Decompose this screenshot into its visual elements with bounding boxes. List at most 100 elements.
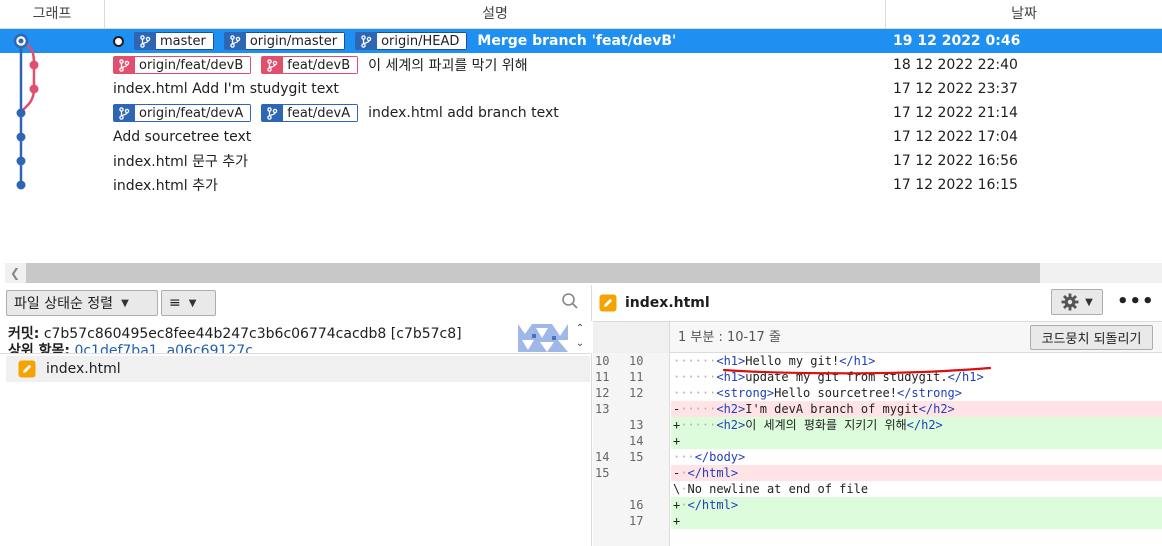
- commit-row[interactable]: index.html Add I'm studygit text 17 12 20…: [0, 77, 1162, 101]
- branch-label[interactable]: master: [134, 32, 214, 50]
- view-mode-dropdown[interactable]: ≡ ▼: [161, 290, 216, 316]
- sort-dropdown-label: 파일 상태순 정렬: [14, 296, 114, 312]
- branch-label[interactable]: origin/master: [223, 32, 346, 50]
- commit-row[interactable]: index.html 추가 17 12 2022 16:15: [0, 173, 1162, 197]
- chevron-up-icon[interactable]: ⌃: [572, 321, 588, 336]
- branch-label-text: origin/master: [245, 32, 346, 50]
- column-header-date[interactable]: 날짜: [886, 0, 1162, 28]
- branch-label-text: origin/feat/devB: [135, 56, 252, 74]
- branch-label[interactable]: origin/feat/devB: [113, 56, 252, 74]
- changed-file-list: index.html: [0, 353, 590, 546]
- diff-indent: ···: [673, 450, 695, 464]
- parent-hash-links[interactable]: 0c1def7ba1, a06c69127c: [74, 343, 252, 353]
- commit-row[interactable]: index.html 문구 추가 17 12 2022 16:56: [0, 149, 1162, 173]
- modified-file-icon: [18, 360, 36, 378]
- revert-hunk-button[interactable]: 코드뭉치 되돌리기: [1030, 325, 1153, 350]
- commit-message: index.html add branch text: [368, 105, 559, 121]
- commit-details: 커밋: c7b57c860495ec8fee44b247c3b6c06774ca…: [0, 321, 592, 353]
- commit-row[interactable]: Add sourcetree text 17 12 2022 17:04: [0, 125, 1162, 149]
- details-scroll[interactable]: ⌃ ⌄: [572, 321, 588, 353]
- diff-options-button[interactable]: ▼: [1051, 289, 1103, 315]
- commit-description: master origin/master origin/HEAD Merge bran…: [113, 29, 676, 53]
- commit-description: origin/feat/devB feat/devB 이 세계의 파괴를 막기 위해: [113, 53, 528, 77]
- commit-date: 17 12 2022 21:14: [893, 105, 1018, 121]
- diff-line[interactable]: 16 +·</html>: [593, 497, 1162, 513]
- commit-description: Add sourcetree text: [113, 125, 251, 149]
- branch-icon: [230, 34, 241, 48]
- scroll-left-icon[interactable]: ❮: [5, 263, 25, 283]
- diff-text: <h2>이 세계의 평화를 지키기 위해</h2>: [716, 418, 943, 432]
- branch-icon: [119, 106, 130, 120]
- diff-indent: ·····: [680, 402, 717, 416]
- diff-line[interactable]: 13 -·····<h2>I'm devA branch of mygit</h2…: [593, 401, 1162, 417]
- file-name: index.html: [46, 361, 121, 377]
- commit-node-2: [29, 84, 39, 94]
- sort-dropdown[interactable]: 파일 상태순 정렬 ▼: [6, 290, 158, 316]
- old-line-number: 15: [595, 466, 610, 480]
- diff-text: No newline at end of file: [687, 482, 869, 496]
- branch-icon: [119, 58, 130, 72]
- parent-line: 상위 항목: 0c1def7ba1, a06c69127c: [8, 340, 253, 353]
- column-header-description[interactable]: 설명: [105, 0, 886, 28]
- diff-code: +: [671, 433, 1162, 449]
- file-row[interactable]: index.html: [6, 356, 590, 382]
- old-line-number: 12: [595, 386, 610, 400]
- search-icon[interactable]: [561, 292, 579, 310]
- commit-description: origin/feat/devA feat/devA index.html add …: [113, 101, 559, 125]
- branch-label-text: feat/devB: [283, 56, 359, 74]
- commit-message: 이 세계의 파괴를 막기 위해: [368, 58, 528, 74]
- commit-graph: [13, 33, 39, 190]
- diff-line[interactable]: 12 12 ······<strong>Hello sourcetree!</str…: [593, 385, 1162, 401]
- diff-code: -·····<h2>I'm devA branch of mygit</h2>: [671, 401, 1162, 417]
- branch-label[interactable]: origin/feat/devA: [113, 104, 252, 122]
- branch-icon: [361, 34, 372, 48]
- diff-line[interactable]: 15 -·</html>: [593, 465, 1162, 481]
- commit-list-horizontal-scrollbar[interactable]: ❮: [5, 263, 1162, 283]
- parent-label: 상위 항목:: [8, 343, 70, 353]
- commit-date: 19 12 2022 0:46: [893, 33, 1021, 49]
- scrollbar-thumb[interactable]: [26, 263, 1040, 283]
- red-annotation-underline: [722, 366, 992, 375]
- old-line-number: 11: [595, 370, 610, 384]
- chevron-down-icon: ▼: [188, 297, 197, 309]
- commit-node-3: [16, 108, 26, 118]
- diff-code: \·No newline at end of file: [671, 481, 1162, 497]
- diff-line[interactable]: 14 15 ···</body>: [593, 449, 1162, 465]
- commit-date: 18 12 2022 22:40: [893, 57, 1018, 73]
- commit-row[interactable]: master origin/master origin/HEAD Merge bran…: [0, 29, 1162, 53]
- modified-file-icon: [599, 294, 617, 312]
- old-line-number: 13: [595, 402, 610, 416]
- diff-line[interactable]: 14 +: [593, 433, 1162, 449]
- diff-prefix: +: [673, 514, 681, 528]
- more-options-icon[interactable]: •••: [1117, 291, 1155, 312]
- diff-code: -·</html>: [671, 465, 1162, 481]
- diff-panel: index.html ▼ ••• 1 부분 : 10-17 줄 코드뭉치 되돌리…: [593, 285, 1162, 546]
- list-icon: ≡: [169, 295, 181, 311]
- branch-label[interactable]: origin/HEAD: [355, 32, 468, 50]
- diff-text: <strong>Hello sourcetree!</strong>: [716, 386, 963, 400]
- new-line-number: 17: [629, 514, 644, 528]
- diff-line[interactable]: \·No newline at end of file: [593, 481, 1162, 497]
- hunk-range-label: 1 부분 : 10-17 줄: [678, 330, 781, 345]
- diff-line[interactable]: 13 +·····<h2>이 세계의 평화를 지키기 위해</h2>: [593, 417, 1162, 433]
- column-header-graph[interactable]: 그래프: [0, 0, 105, 28]
- commit-node-6: [16, 180, 26, 190]
- commit-row[interactable]: origin/feat/devA feat/devA index.html add …: [0, 101, 1162, 125]
- commit-row[interactable]: origin/feat/devB feat/devB 이 세계의 파괴를 막기 위해…: [0, 53, 1162, 77]
- hunk-gutter: [593, 322, 670, 353]
- diff-indent: ······: [673, 370, 717, 384]
- branch-label[interactable]: feat/devA: [261, 104, 359, 122]
- branch-label[interactable]: feat/devB: [261, 56, 359, 74]
- commit-message: Add sourcetree text: [113, 129, 252, 145]
- commit-list-header: 그래프 설명 날짜: [0, 0, 1162, 29]
- new-line-number: 16: [629, 498, 644, 512]
- diff-text: <h2>I'm devA branch of mygit</h2>: [716, 402, 955, 416]
- commit-date: 17 12 2022 16:56: [893, 153, 1018, 169]
- new-line-number: 11: [629, 370, 644, 384]
- commit-date: 17 12 2022 23:37: [893, 81, 1018, 97]
- branch-icon: [140, 34, 151, 48]
- diff-file-name: index.html: [625, 295, 710, 311]
- avatar: [518, 324, 568, 352]
- chevron-down-icon[interactable]: ⌄: [572, 336, 588, 351]
- diff-line[interactable]: 17 +: [593, 513, 1162, 529]
